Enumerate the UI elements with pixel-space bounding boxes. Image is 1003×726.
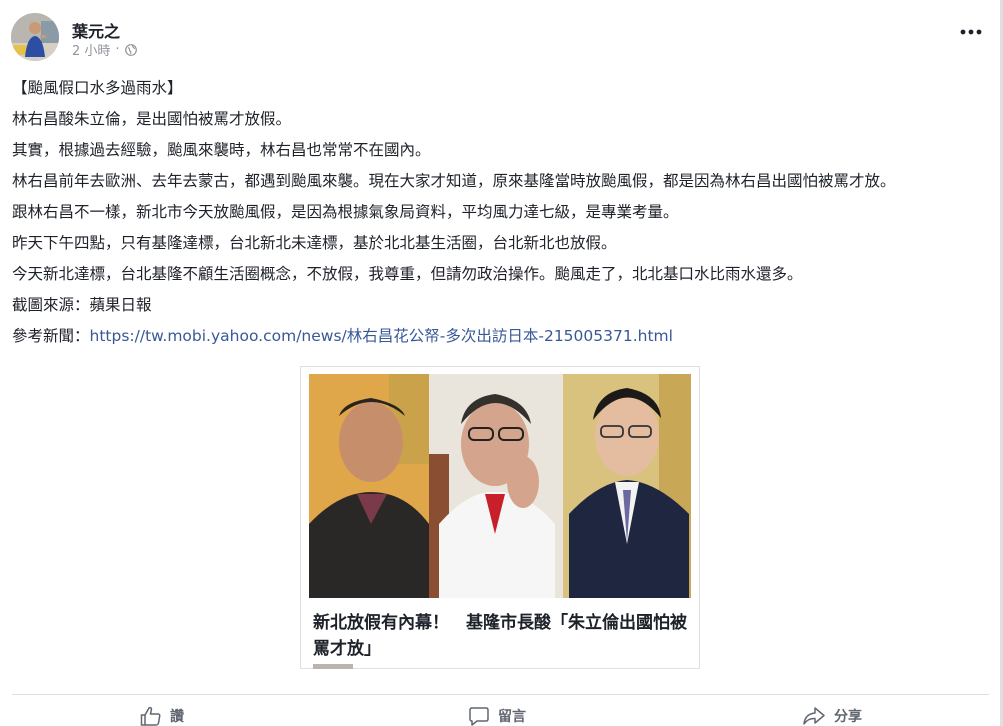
post-time[interactable]: 2 小時 [72, 40, 110, 59]
post-line: 林右昌前年去歐洲、去年去蒙古，都遇到颱風來襲。現在大家才知道，原來基隆當時放颱風… [12, 172, 896, 190]
comment-button[interactable]: 留言 [468, 703, 526, 726]
share-arrow-icon [803, 707, 825, 725]
thumbs-up-icon [140, 706, 161, 726]
post-line: 林右昌酸朱立倫，是出國怕被罵才放假。 [12, 110, 292, 128]
like-label: 讚 [170, 709, 184, 725]
preview-image [309, 374, 691, 598]
post-meta: 2 小時 · [72, 40, 137, 59]
post-line: 今天新北達標，台北基隆不顧生活圈概念，不放假，我尊重，但請勿政治操作。颱風走了，… [12, 265, 803, 283]
comment-icon [469, 707, 489, 726]
reference-link[interactable]: https://tw.mobi.yahoo.com/news/林右昌花公帑-多次… [90, 327, 673, 345]
card-title[interactable]: 新北放假有內幕！ 基隆市長酸「朱立倫出國怕被罵才放」 [313, 610, 693, 662]
facebook-post: 葉元之 2 小時 · 【颱風假口水多過雨水】 林右昌酸朱立倫，是出國怕被罵才放假… [0, 0, 1003, 726]
author-name[interactable]: 葉元之 [72, 18, 120, 42]
post-body: 【颱風假口水多過雨水】 林右昌酸朱立倫，是出國怕被罵才放假。 其實，根據過去經驗… [12, 77, 987, 356]
post-line-source: 截圖來源：蘋果日報 [12, 296, 152, 314]
share-button[interactable]: 分享 [802, 703, 862, 726]
more-options-icon[interactable] [957, 22, 985, 42]
meta-separator: · [115, 42, 120, 57]
post-line: 跟林右昌不一樣，新北市今天放颱風假，是因為根據氣象局資料，平均風力達七級，是專業… [12, 203, 679, 221]
action-divider [12, 694, 989, 695]
post-line-headline: 【颱風假口水多過雨水】 [12, 79, 183, 97]
post-line: 其實，根據過去經驗，颱風來襲時，林右昌也常常不在國內。 [12, 141, 431, 159]
share-label: 分享 [834, 709, 862, 725]
comment-label: 留言 [498, 709, 526, 725]
author-avatar[interactable] [11, 13, 59, 61]
link-preview-card[interactable]: 新北放假有內幕！ 基隆市長酸「朱立倫出國怕被罵才放」 [300, 366, 700, 669]
reference-label: 參考新聞： [12, 327, 90, 345]
post-line: 昨天下午四點，只有基隆達標，台北新北未達標，基於北北基生活圈，台北新北也放假。 [12, 234, 617, 252]
post-line-reference: 參考新聞：https://tw.mobi.yahoo.com/news/林右昌花… [12, 325, 987, 347]
like-button[interactable]: 讚 [140, 703, 184, 726]
globe-icon[interactable] [124, 43, 137, 56]
card-source-bar [313, 664, 353, 669]
